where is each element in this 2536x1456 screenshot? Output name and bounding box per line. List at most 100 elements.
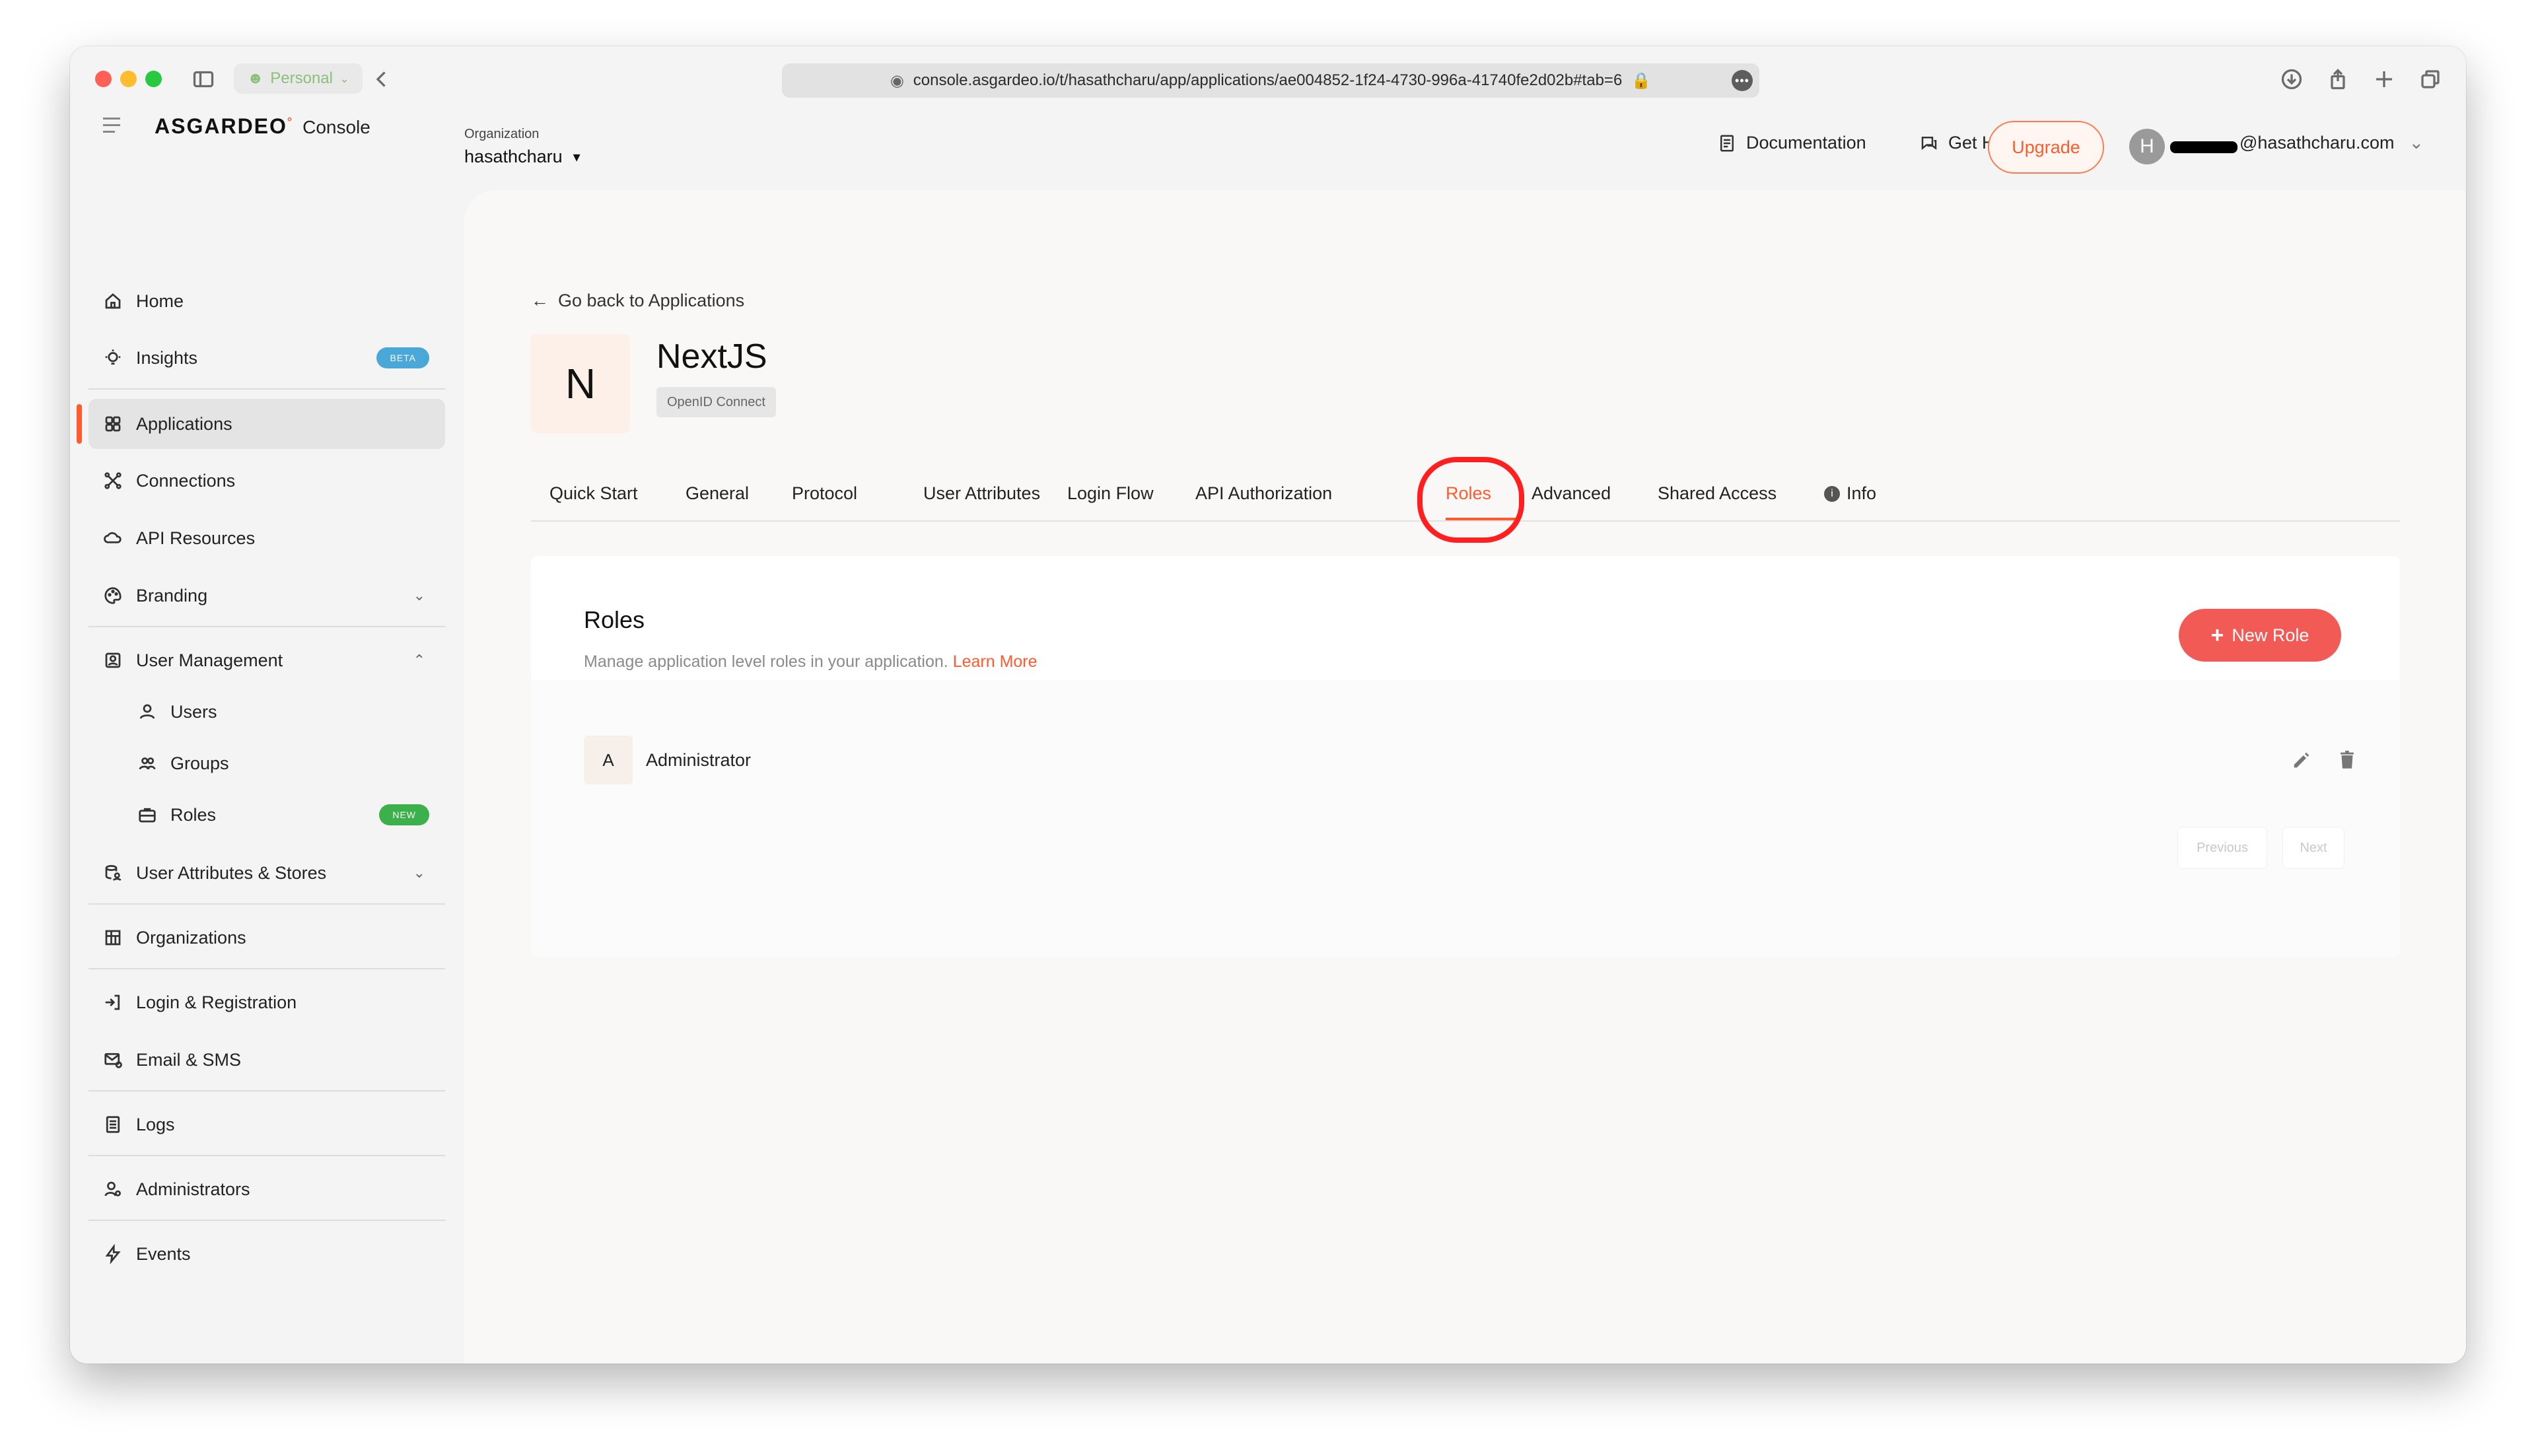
application-name: NextJS [656, 337, 767, 376]
menu-icon[interactable] [103, 118, 120, 133]
plus-icon: + [2210, 622, 2224, 648]
close-window-button[interactable] [95, 71, 112, 87]
roles-list: A Administrator Previous Next [531, 680, 2400, 957]
tab-quick-start[interactable]: Quick Start [549, 479, 638, 520]
back-link-label: Go back to Applications [558, 291, 745, 310]
log-icon [106, 1116, 120, 1133]
sidebar-item-label: Insights [136, 347, 198, 368]
login-icon [105, 994, 120, 1010]
tab-login-flow[interactable]: Login Flow [1067, 479, 1154, 520]
tab-general[interactable]: General [686, 479, 749, 520]
sidebar-item-api-resources[interactable]: API Resources [88, 513, 445, 563]
connections-icon [104, 472, 122, 489]
new-role-button[interactable]: + New Role [2179, 609, 2341, 662]
protocol-badge: OpenID Connect [656, 387, 776, 417]
organization-selector[interactable]: hasathcharu ▾ [464, 147, 581, 167]
sidebar-item-label: User Attributes & Stores [136, 862, 327, 883]
maximize-window-button[interactable] [145, 71, 162, 87]
sidebar-item-roles[interactable]: Roles NEW [123, 790, 445, 840]
url-text: console.asgardeo.io/t/hasathcharu/app/ap… [913, 71, 1623, 89]
sidebar-item-label: Login & Registration [136, 992, 297, 1012]
sidebar-item-connections[interactable]: Connections [88, 456, 445, 506]
sidebar-item-organizations[interactable]: Organizations [88, 913, 445, 963]
sidebar-item-label: User Management [136, 650, 283, 670]
tab-shared-access[interactable]: Shared Access [1658, 479, 1777, 520]
back-to-applications-link[interactable]: ← Go back to Applications [531, 291, 744, 311]
download-icon[interactable] [2278, 66, 2305, 92]
chat-icon [1921, 136, 1937, 150]
brand-logo[interactable]: ASGARDEO° Console [155, 114, 370, 139]
sidebar-item-label: Connections [136, 470, 236, 491]
globe-icon: ◉ [890, 71, 904, 90]
chevron-down-icon: ⌄ [413, 587, 425, 604]
more-icon[interactable]: ••• [1732, 70, 1753, 91]
sidebar-item-applications[interactable]: Applications [88, 399, 445, 449]
brand-wordmark: ASGARDEO° [155, 114, 294, 138]
tab-advanced[interactable]: Advanced [1532, 479, 1611, 520]
documentation-link[interactable]: Documentation [1717, 133, 1866, 153]
sidebar-item-label: Events [136, 1243, 191, 1264]
sidebar-item-users[interactable]: Users [123, 687, 445, 737]
document-icon [1720, 135, 1734, 151]
sidebar-toggle-icon[interactable] [190, 66, 217, 92]
tab-info-label: Info [1847, 483, 1877, 503]
roles-panel: Roles Manage application level roles in … [531, 556, 2400, 957]
address-bar[interactable]: ◉ console.asgardeo.io/t/hasathcharu/app/… [782, 63, 1759, 98]
sidebar-item-label: Roles [170, 804, 217, 825]
sidebar-item-events[interactable]: Events [88, 1229, 445, 1279]
next-button[interactable]: Next [2282, 827, 2344, 869]
back-icon[interactable] [369, 66, 395, 92]
sidebar-item-label: Applications [136, 413, 232, 434]
sidebar-item-administrators[interactable]: Administrators [88, 1164, 445, 1214]
info-icon: i [1824, 486, 1840, 502]
highlight-annotation [1417, 457, 1524, 543]
sidebar-item-home[interactable]: Home [88, 276, 445, 326]
browser-window: ☻ Personal ⌄ ◉ console.asgardeo.io/t/has… [70, 46, 2466, 1364]
sidebar-item-logs[interactable]: Logs [88, 1099, 445, 1150]
main-content: ← Go back to Applications N NextJS OpenI… [464, 190, 2466, 1364]
tab-info[interactable]: i Info [1824, 479, 1876, 520]
new-tab-icon[interactable] [2371, 66, 2397, 92]
grid-icon [105, 416, 121, 432]
user-icon [139, 704, 155, 719]
user-menu[interactable]: @hasathcharu.com ⌄ [2239, 133, 2424, 153]
sidebar-item-user-management[interactable]: User Management ⌃ [88, 635, 445, 685]
sidebar-item-label: Logs [136, 1114, 175, 1134]
list-item[interactable]: A Administrator [584, 736, 2354, 784]
chevron-up-icon: ⌃ [413, 652, 425, 668]
sidebar-item-login-registration[interactable]: Login & Registration [88, 977, 445, 1027]
sidebar-item-email-sms[interactable]: Email & SMS [88, 1035, 445, 1085]
sidebar-item-label: Email & SMS [136, 1049, 242, 1070]
lightning-icon [105, 1244, 121, 1264]
tab-protocol[interactable]: Protocol [792, 479, 857, 520]
database-user-icon [105, 865, 122, 881]
divider [88, 1090, 445, 1092]
divider [88, 968, 445, 969]
edit-icon[interactable] [2290, 749, 2313, 771]
lock-icon: 🔒 [1631, 71, 1652, 90]
briefcase-icon [139, 808, 156, 823]
sidebar-item-branding[interactable]: Branding ⌄ [88, 571, 445, 621]
user-avatar[interactable]: H [2129, 129, 2165, 164]
active-indicator [77, 404, 82, 444]
tab-overview-icon[interactable] [2417, 66, 2444, 92]
sidebar-item-groups[interactable]: Groups [123, 738, 445, 788]
tab-user-attributes[interactable]: User Attributes [923, 479, 1040, 520]
learn-more-link[interactable]: Learn More [953, 652, 1038, 671]
sidebar-item-insights[interactable]: Insights BETA [88, 333, 445, 383]
home-icon [105, 293, 121, 309]
sidebar-item-user-attributes-stores[interactable]: User Attributes & Stores ⌄ [88, 848, 445, 898]
share-icon[interactable] [2325, 66, 2351, 92]
profile-selector[interactable]: ☻ Personal ⌄ [234, 63, 363, 94]
trash-icon[interactable] [2336, 749, 2358, 771]
building-icon [105, 930, 121, 946]
divider [88, 388, 445, 390]
upgrade-button[interactable]: Upgrade [1988, 121, 2104, 174]
previous-button[interactable]: Previous [2177, 827, 2267, 869]
minimize-window-button[interactable] [120, 71, 137, 87]
tab-api-authorization[interactable]: API Authorization [1195, 479, 1332, 520]
user-card-icon [105, 652, 121, 668]
caret-down-icon: ▾ [573, 148, 581, 165]
arrow-left-icon: ← [531, 291, 549, 310]
sidebar-item-label: Administrators [136, 1179, 250, 1199]
